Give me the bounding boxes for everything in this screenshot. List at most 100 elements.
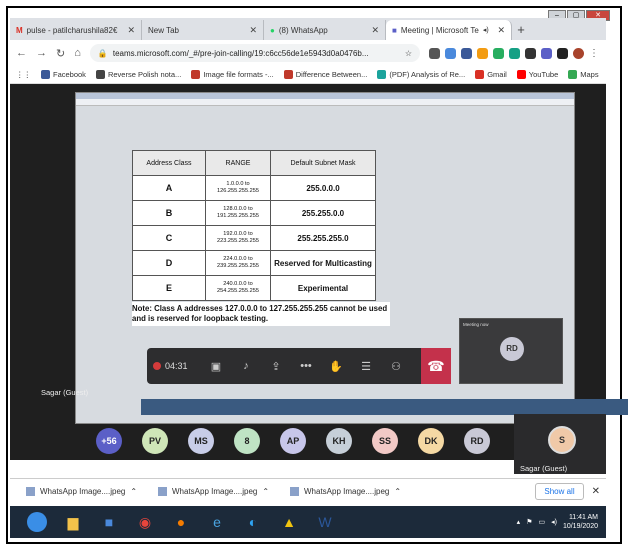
menu-dots-icon[interactable]: ⋮: [589, 48, 600, 59]
meeting-mini-window[interactable]: Meeting now RD: [459, 318, 563, 384]
bookmark-favicon-icon: [377, 70, 387, 79]
presenter-label: Sagar (Guest): [41, 388, 89, 397]
bookmark-item[interactable]: Image file formats -...: [191, 70, 274, 79]
tab-new-tab[interactable]: New Tab ✕: [142, 20, 264, 40]
bookmark-label: (PDF) Analysis of Re...: [389, 70, 466, 79]
clock[interactable]: 11:41 AM 10/19/2020: [563, 513, 598, 531]
tab-teams-meeting[interactable]: ■ Meeting | Microsoft Te ◂) ✕: [386, 20, 512, 40]
ie-icon[interactable]: e: [202, 509, 232, 535]
download-label: WhatsApp Image....jpeg: [172, 487, 258, 496]
participant-avatar[interactable]: AP: [280, 428, 306, 454]
mask-cell: 255.0.0.0: [270, 175, 376, 201]
bookmark-item[interactable]: Reverse Polish nota...: [95, 70, 181, 79]
hang-up-button[interactable]: ☎: [421, 348, 451, 384]
table-row: D 224.0.0.0 to 239.255.255.255 Reserved f…: [132, 250, 376, 276]
flag-icon[interactable]: ⚑: [526, 518, 532, 526]
share-screen-icon[interactable]: ⇪: [261, 354, 291, 378]
reload-icon[interactable]: ↻: [56, 47, 65, 60]
participant-avatar[interactable]: 8: [234, 428, 260, 454]
extension-icon[interactable]: [445, 47, 456, 59]
avatar: S: [548, 426, 576, 454]
edge-icon[interactable]: ◐: [238, 509, 268, 535]
start-button[interactable]: [22, 509, 52, 535]
chevron-up-icon[interactable]: ⌃: [394, 487, 401, 496]
participants-icon[interactable]: ⚇: [381, 354, 411, 378]
range-cell: 240.0.0.0 to 254.255.255.255: [205, 275, 271, 301]
chevron-up-icon[interactable]: ⌃: [262, 487, 269, 496]
bookmark-item[interactable]: Gmail: [475, 70, 507, 79]
show-all-button[interactable]: Show all: [535, 483, 584, 500]
ip-class-table: Address Class RANGE Default Subnet Mask …: [132, 150, 376, 301]
mask-cell: 255.255.0.0: [270, 200, 376, 226]
bookmark-star-icon[interactable]: ☆: [405, 49, 412, 58]
teams-icon: ■: [392, 25, 397, 35]
range-to: 126.255.255.255: [217, 188, 259, 194]
participant-avatar[interactable]: DK: [418, 428, 444, 454]
tab-label: New Tab: [148, 25, 179, 35]
participant-avatar[interactable]: PV: [142, 428, 168, 454]
network-icon[interactable]: ▭: [538, 518, 545, 526]
close-tab-icon[interactable]: ✕: [127, 25, 135, 36]
more-options-icon[interactable]: •••: [291, 354, 321, 378]
new-tab-button[interactable]: +: [512, 20, 530, 40]
bookmark-label: YouTube: [528, 70, 559, 79]
volume-icon[interactable]: ◂): [551, 518, 557, 526]
download-label: WhatsApp Image....jpeg: [304, 487, 390, 496]
extension-icon[interactable]: [509, 47, 520, 59]
download-item[interactable]: WhatsApp Image....jpeg ⌃: [10, 487, 142, 496]
close-tab-icon[interactable]: ✕: [497, 25, 505, 36]
extension-icon[interactable]: [525, 47, 536, 59]
bookmark-item[interactable]: Maps: [568, 70, 599, 79]
participant-avatar[interactable]: +56: [96, 428, 122, 454]
mask-cell: Reserved for Multicasting: [270, 250, 376, 276]
mic-off-icon[interactable]: ♪: [231, 354, 261, 378]
tab-gmail[interactable]: M pulse - patilcharushila82€ ✕: [10, 20, 142, 40]
camera-off-icon[interactable]: ▣: [201, 354, 231, 378]
participant-avatar[interactable]: MS: [188, 428, 214, 454]
download-item[interactable]: WhatsApp Image....jpeg ⌃: [142, 487, 274, 496]
avatar: RD: [500, 337, 524, 361]
url-text: teams.microsoft.com/_#/pre-join-calling/…: [112, 48, 369, 58]
firefox-icon[interactable]: ●: [166, 509, 196, 535]
participant-avatar[interactable]: SS: [372, 428, 398, 454]
chrome-icon[interactable]: ◉: [130, 509, 160, 535]
lock-icon: 🔒: [97, 48, 108, 58]
tab-label: Meeting | Microsoft Te: [400, 25, 479, 35]
media-player-icon[interactable]: ■: [94, 509, 124, 535]
tray-arrow-icon[interactable]: ▴: [517, 518, 521, 526]
close-downloads-icon[interactable]: ✕: [592, 486, 600, 497]
extension-icon[interactable]: [493, 47, 504, 59]
chevron-up-icon[interactable]: ⌃: [130, 487, 137, 496]
extension-icon[interactable]: [557, 47, 568, 59]
participant-avatar[interactable]: RD: [464, 428, 490, 454]
image-file-icon: [290, 487, 299, 496]
extension-icon[interactable]: [429, 47, 440, 59]
bookmark-item[interactable]: Facebook: [41, 70, 86, 79]
back-icon[interactable]: ←: [16, 47, 27, 59]
extension-icon[interactable]: [541, 47, 552, 59]
file-explorer-icon[interactable]: ▆: [58, 509, 88, 535]
profile-avatar[interactable]: [573, 47, 584, 59]
close-tab-icon[interactable]: ✕: [371, 25, 379, 36]
audio-icon[interactable]: ◂): [483, 26, 489, 34]
word-icon[interactable]: W: [310, 509, 340, 535]
extension-icon[interactable]: [461, 47, 472, 59]
clock-time: 11:41 AM: [568, 514, 598, 521]
tab-whatsapp[interactable]: ● (8) WhatsApp ✕: [264, 20, 386, 40]
forward-icon[interactable]: →: [36, 47, 47, 59]
download-label: WhatsApp Image....jpeg: [40, 487, 126, 496]
home-icon[interactable]: ⌂: [74, 47, 81, 59]
bookmark-item[interactable]: YouTube: [516, 70, 559, 79]
participant-avatar[interactable]: KH: [326, 428, 352, 454]
table-row: B 128.0.0.0 to 191.255.255.255 255.255.0.…: [132, 200, 376, 226]
extension-icon[interactable]: [477, 47, 488, 59]
apps-icon[interactable]: ⋮⋮: [16, 70, 31, 79]
bookmark-item[interactable]: (PDF) Analysis of Re...: [377, 70, 465, 79]
url-field[interactable]: 🔒 teams.microsoft.com/_#/pre-join-callin…: [89, 44, 420, 62]
chat-icon[interactable]: ☰: [351, 354, 381, 378]
close-tab-icon[interactable]: ✕: [249, 25, 257, 36]
warning-app-icon[interactable]: ▲: [274, 509, 304, 535]
bookmark-item[interactable]: Difference Between...: [283, 70, 367, 79]
download-item[interactable]: WhatsApp Image....jpeg ⌃: [274, 487, 406, 496]
raise-hand-icon[interactable]: ✋: [321, 354, 351, 378]
